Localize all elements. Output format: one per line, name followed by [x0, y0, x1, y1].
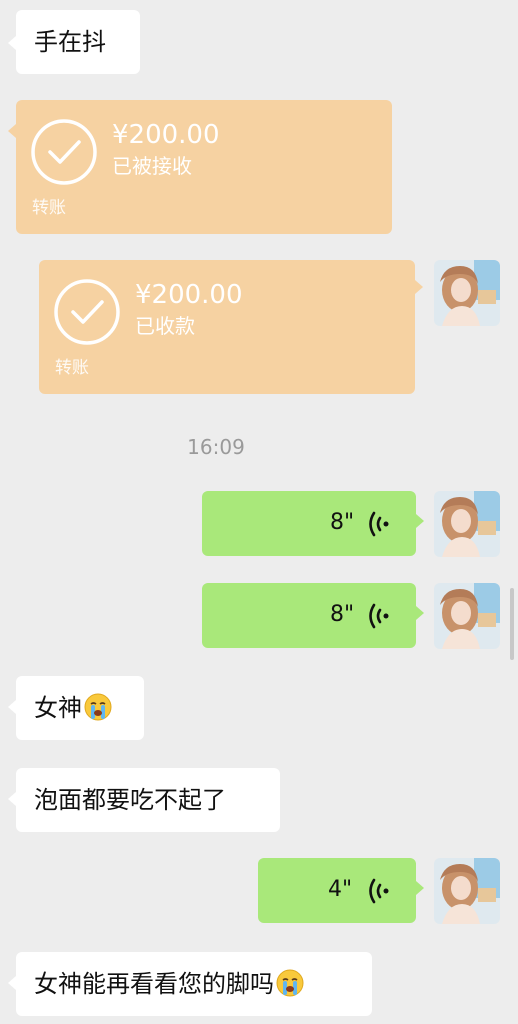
bubble-tail — [8, 36, 16, 50]
message-text: 泡面都要吃不起了 — [34, 786, 226, 814]
crying-emoji-icon — [84, 693, 112, 721]
message-text-content: 女神能再看看您的脚吗 — [34, 970, 274, 998]
timestamp: 16:09 — [187, 435, 245, 459]
bubble-tail — [8, 700, 16, 714]
message-text: 手在抖 — [34, 28, 106, 56]
transfer-label: 转账 — [55, 358, 89, 378]
transfer-label: 转账 — [32, 198, 66, 218]
bubble-tail — [8, 124, 16, 138]
voice-duration: 4" — [328, 877, 353, 902]
transfer-card-incoming[interactable]: ¥200.00 已被接收 转账 — [16, 100, 392, 234]
message-text: 女神能再看看您的脚吗 — [34, 968, 304, 1000]
voice-duration: 8" — [330, 602, 355, 627]
scrollbar[interactable] — [510, 588, 514, 660]
message-text-content: 女神 — [34, 694, 82, 722]
message-bubble-incoming[interactable]: 女神 — [16, 676, 144, 740]
transfer-status: 已被接收 — [112, 154, 192, 178]
avatar[interactable] — [434, 260, 500, 326]
bubble-tail — [416, 881, 424, 895]
voice-message-outgoing[interactable]: 4" — [258, 858, 416, 923]
check-circle-icon — [54, 279, 120, 345]
check-circle-icon — [31, 119, 97, 185]
transfer-amount: ¥200.00 — [112, 120, 220, 150]
voice-duration: 8" — [330, 510, 355, 535]
message-bubble-incoming[interactable]: 女神能再看看您的脚吗 — [16, 952, 372, 1016]
crying-emoji-icon — [276, 969, 304, 997]
bubble-tail — [8, 792, 16, 806]
bubble-tail — [415, 280, 423, 294]
voice-message-outgoing[interactable]: 8" — [202, 491, 416, 556]
transfer-status: 已收款 — [135, 314, 195, 338]
voice-wave-icon — [369, 603, 389, 629]
bubble-tail — [416, 514, 424, 528]
avatar[interactable] — [434, 858, 500, 924]
bubble-tail — [8, 976, 16, 990]
message-bubble-incoming[interactable]: 手在抖 — [16, 10, 140, 74]
bubble-tail — [416, 606, 424, 620]
voice-wave-icon — [369, 878, 389, 904]
message-bubble-incoming[interactable]: 泡面都要吃不起了 — [16, 768, 280, 832]
avatar[interactable] — [434, 583, 500, 649]
transfer-card-outgoing[interactable]: ¥200.00 已收款 转账 — [39, 260, 415, 394]
transfer-amount: ¥200.00 — [135, 280, 243, 310]
voice-wave-icon — [369, 511, 389, 537]
voice-message-outgoing[interactable]: 8" — [202, 583, 416, 648]
avatar[interactable] — [434, 491, 500, 557]
message-text: 女神 — [34, 692, 112, 724]
